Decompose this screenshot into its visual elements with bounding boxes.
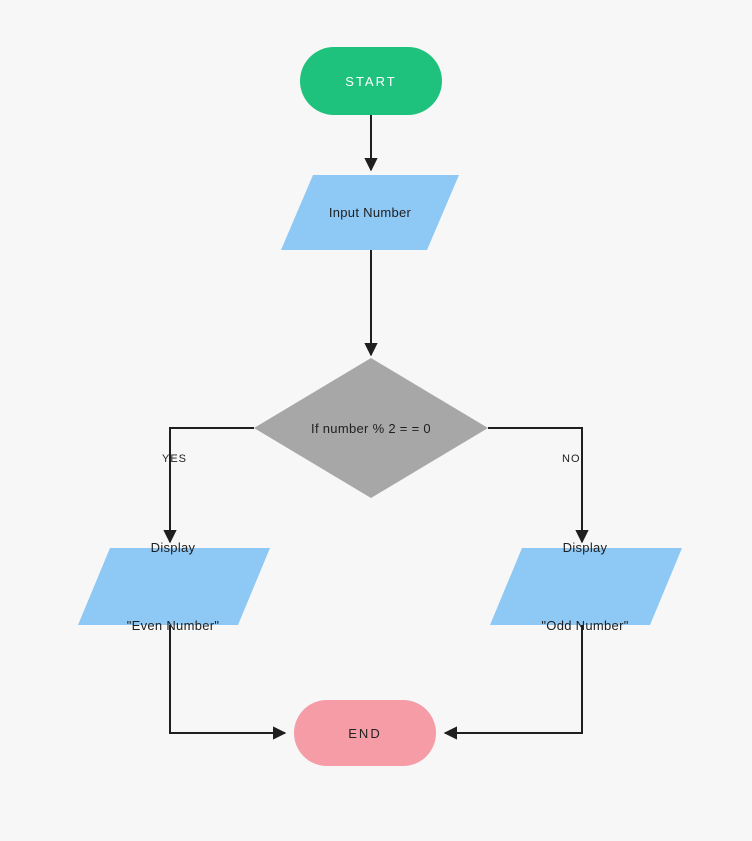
- display-odd-node: [490, 548, 682, 625]
- edge-decision-no: [488, 428, 582, 542]
- flowchart-svg: [0, 0, 752, 841]
- input-node: [281, 175, 459, 250]
- decision-node: [254, 358, 488, 498]
- display-even-node: [78, 548, 270, 625]
- end-node: [294, 700, 436, 766]
- flowchart-canvas: START Input Number If number % 2 = = 0 Y…: [0, 0, 752, 841]
- edge-odd-end: [445, 625, 582, 733]
- edge-even-end: [170, 625, 285, 733]
- edge-decision-yes: [170, 428, 254, 542]
- start-node: [300, 47, 442, 115]
